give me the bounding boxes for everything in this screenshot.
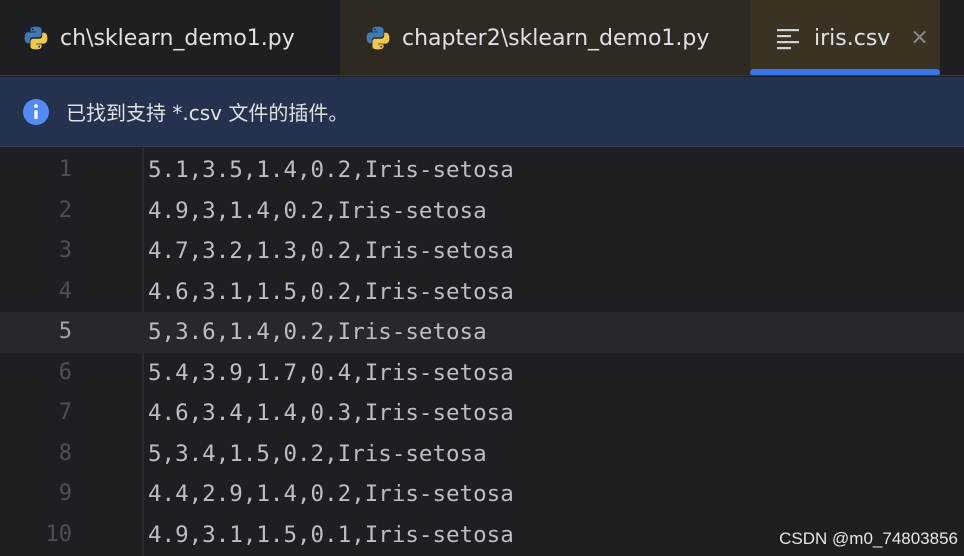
line-content[interactable]: 4.6,3.4,1.4,0.3,Iris-setosa <box>148 393 514 434</box>
editor-line[interactable]: 1 5.1,3.5,1.4,0.2,Iris-setosa <box>0 150 964 191</box>
editor-line[interactable]: 7 4.6,3.4,1.4,0.3,Iris-setosa <box>0 393 964 434</box>
tab-ch-sklearn-demo1[interactable]: ch\sklearn_demo1.py <box>0 0 340 76</box>
line-content[interactable]: 4.7,3.2,1.3,0.2,Iris-setosa <box>148 231 514 272</box>
editor-line[interactable]: 4 4.6,3.1,1.5,0.2,Iris-setosa <box>0 272 964 313</box>
editor-line[interactable]: 6 5.4,3.9,1.7,0.4,Iris-setosa <box>0 353 964 394</box>
editor-line[interactable]: 2 4.9,3,1.4,0.2,Iris-setosa <box>0 191 964 232</box>
tab-label: chapter2\sklearn_demo1.py <box>402 25 710 51</box>
line-content[interactable]: 5.4,3.9,1.7,0.4,Iris-setosa <box>148 353 514 394</box>
line-content[interactable]: 4.9,3.1,1.5,0.1,Iris-setosa <box>148 515 514 556</box>
line-content[interactable]: 4.9,3,1.4,0.2,Iris-setosa <box>148 191 487 232</box>
line-number: 5 <box>58 319 72 344</box>
line-content[interactable]: 4.6,3.1,1.5,0.2,Iris-setosa <box>148 272 514 313</box>
plugin-suggestion-banner: 已找到支持 *.csv 文件的插件。 <box>0 77 964 147</box>
banner-message: 已找到支持 *.csv 文件的插件。 <box>66 101 349 125</box>
tab-chapter2-sklearn-demo1[interactable]: chapter2\sklearn_demo1.py <box>340 0 750 76</box>
watermark: CSDN @m0_74803856 <box>779 529 958 548</box>
python-icon <box>24 26 48 50</box>
line-number: 1 <box>58 157 72 182</box>
line-number: 9 <box>58 481 72 506</box>
editor-line[interactable]: 9 4.4,2.9,1.4,0.2,Iris-setosa <box>0 474 964 515</box>
editor-line[interactable]: 3 4.7,3.2,1.3,0.2,Iris-setosa <box>0 231 964 272</box>
line-number: 2 <box>58 197 72 223</box>
editor-line[interactable]: 8 5,3.4,1.5,0.2,Iris-setosa <box>0 434 964 475</box>
python-icon <box>366 26 390 50</box>
line-number: 8 <box>58 440 72 466</box>
tab-label: iris.csv <box>814 25 891 51</box>
editor-tab-bar: ch\sklearn_demo1.py chapter2\sklearn_dem… <box>0 0 964 76</box>
line-number: 10 <box>45 521 73 547</box>
line-content[interactable]: 5,3.6,1.4,0.2,Iris-setosa <box>148 312 487 353</box>
editor-line[interactable]: 5 5,3.6,1.4,0.2,Iris-setosa <box>0 312 964 353</box>
line-number: 7 <box>58 400 72 425</box>
text-lines-icon <box>777 29 799 50</box>
line-content[interactable]: 5,3.4,1.5,0.2,Iris-setosa <box>148 434 487 475</box>
close-icon[interactable]: × <box>910 27 928 49</box>
tab-iris-csv[interactable]: iris.csv × <box>750 0 940 76</box>
line-number: 3 <box>58 238 72 263</box>
line-number: 6 <box>58 359 72 385</box>
line-content[interactable]: 4.4,2.9,1.4,0.2,Iris-setosa <box>148 474 514 515</box>
tab-bar-divider <box>0 75 964 76</box>
line-content[interactable]: 5.1,3.5,1.4,0.2,Iris-setosa <box>148 150 514 191</box>
tab-label: ch\sklearn_demo1.py <box>60 25 295 51</box>
code-editor[interactable]: 1 5.1,3.5,1.4,0.2,Iris-setosa 2 4.9,3,1.4,0… <box>0 148 964 556</box>
info-icon <box>23 98 49 125</box>
line-number: 4 <box>58 278 72 304</box>
